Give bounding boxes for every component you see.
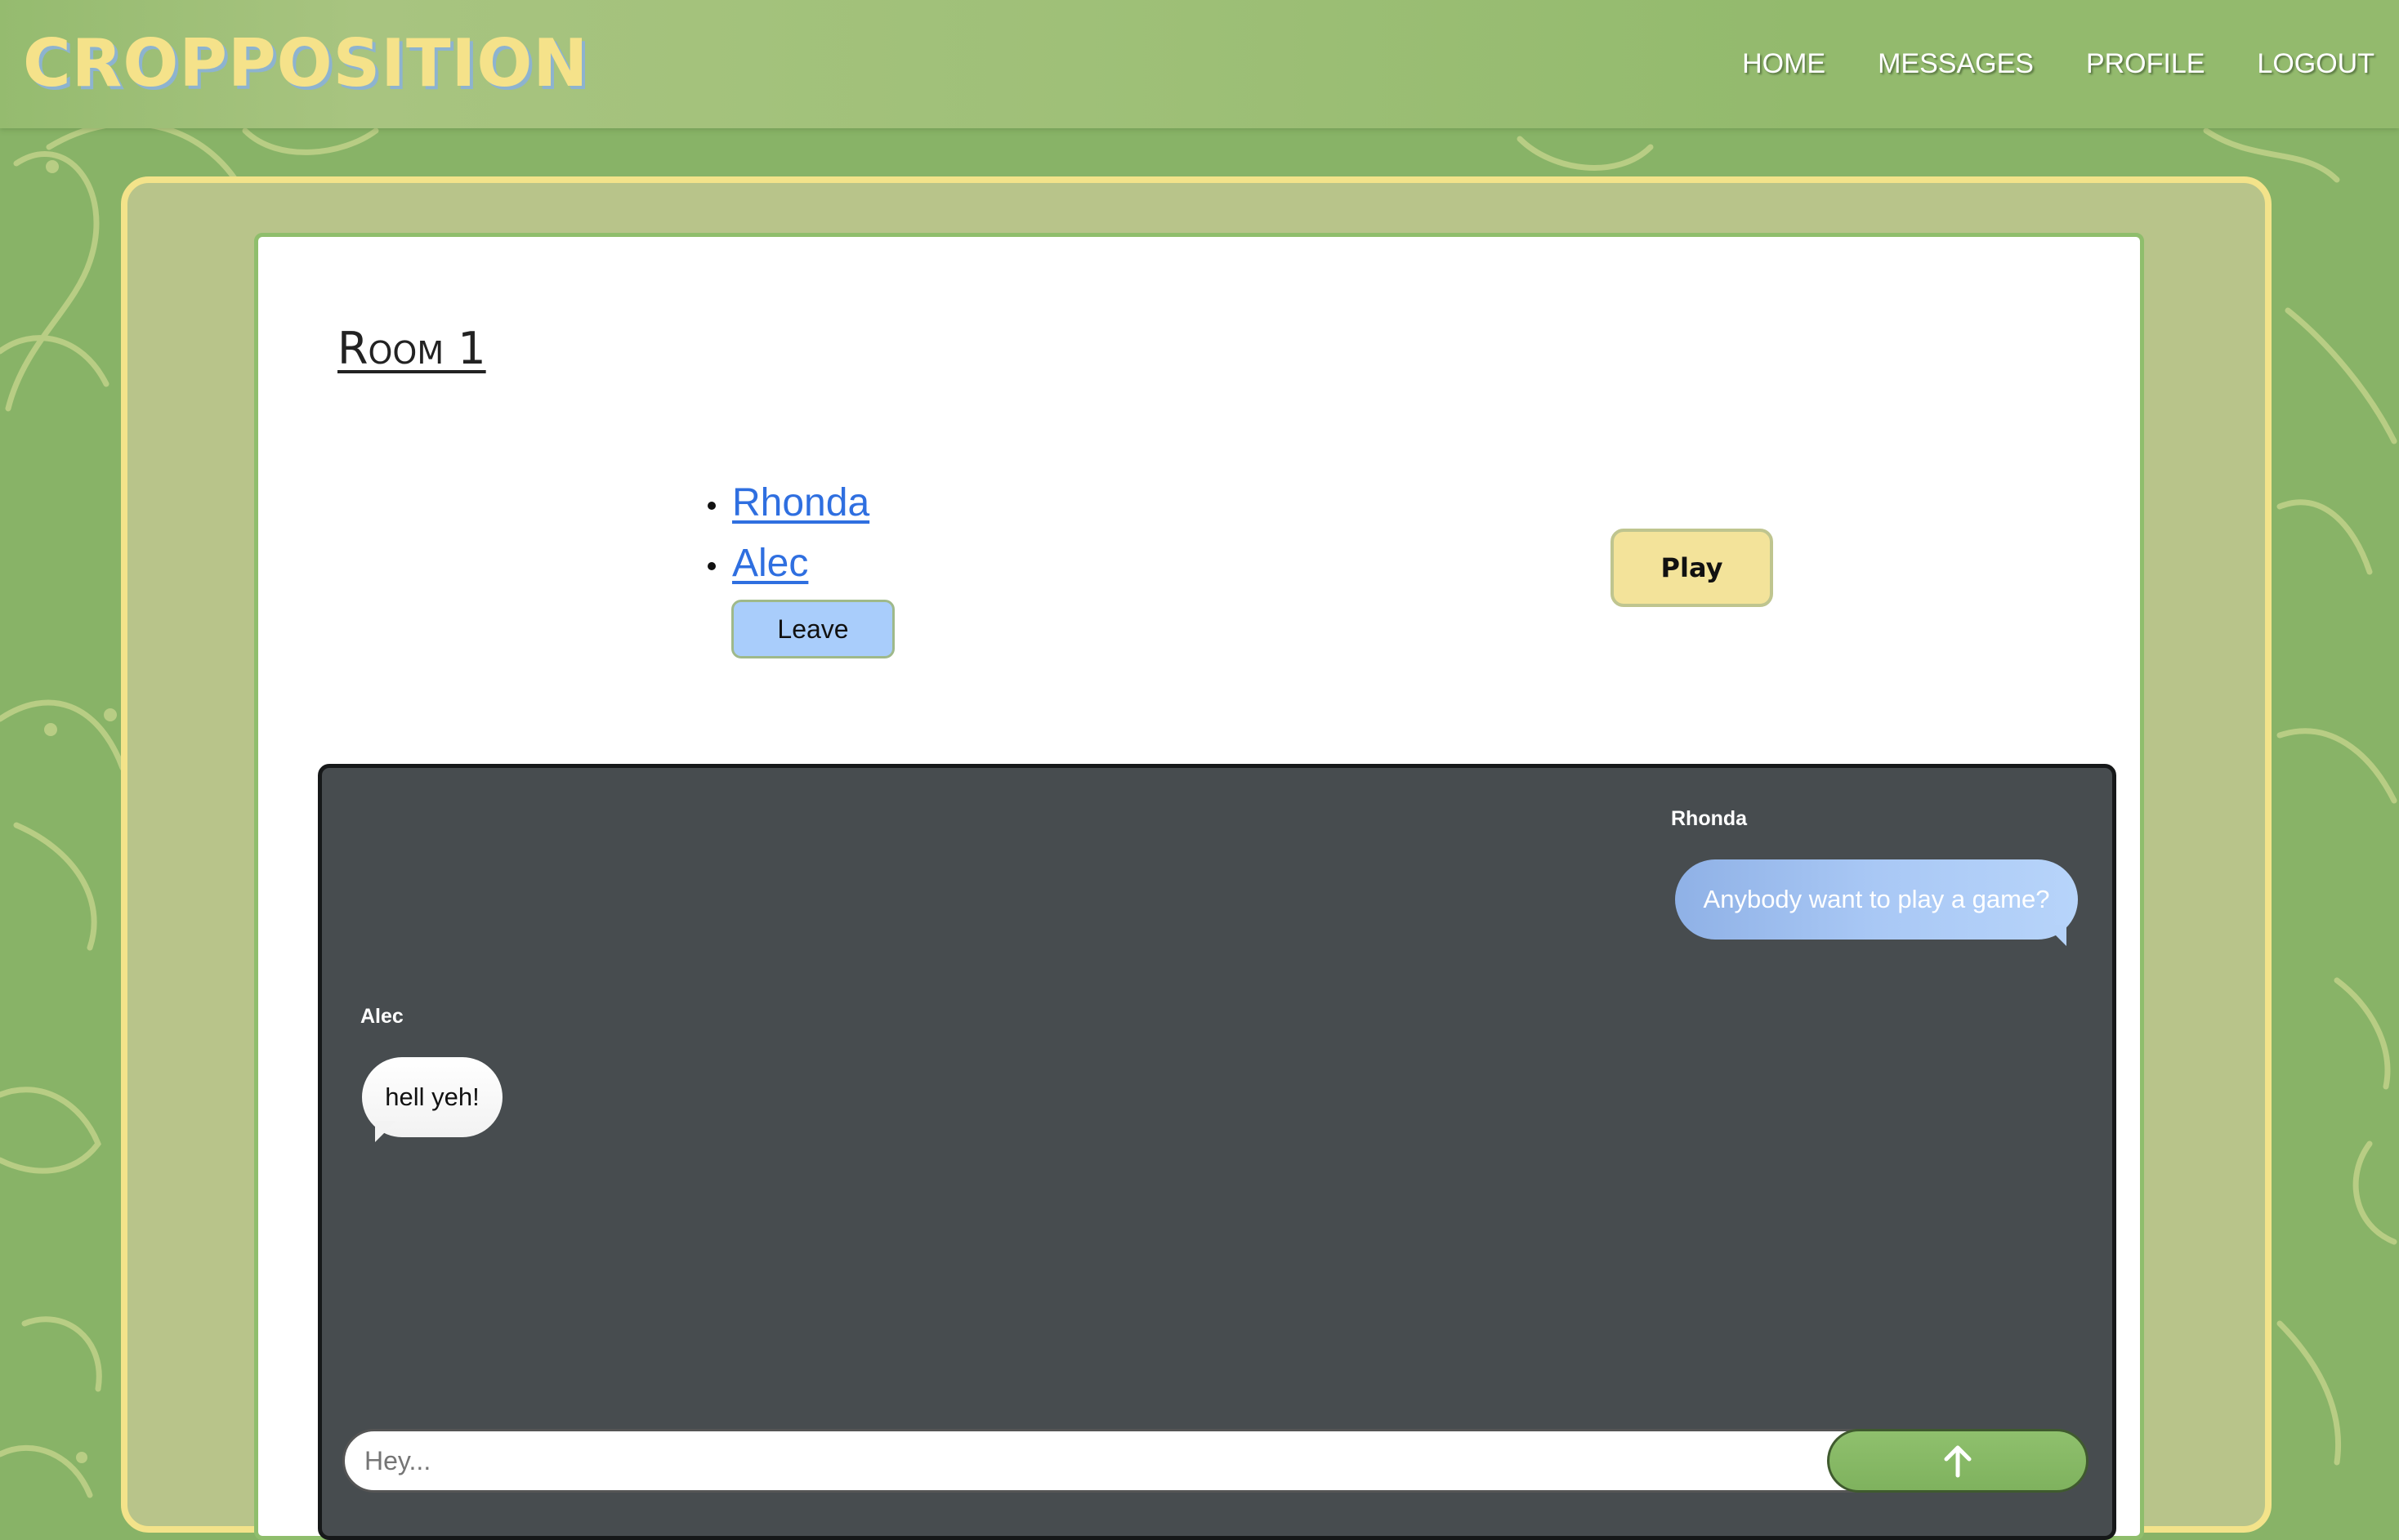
list-item: Alec bbox=[704, 534, 869, 595]
nav-profile-link[interactable]: PROFILE bbox=[2086, 46, 2205, 82]
nav-links: HOME MESSAGES PROFILE LOGOUT bbox=[1742, 46, 2374, 82]
nav-messages-link[interactable]: MESSAGES bbox=[1878, 46, 2034, 82]
nav-logout-link[interactable]: LOGOUT bbox=[2257, 46, 2374, 82]
message-sender: Rhonda bbox=[1671, 807, 1748, 830]
brand-logo[interactable]: CROPPOSITION bbox=[23, 26, 588, 101]
bullet-icon bbox=[708, 502, 716, 510]
member-list: Rhonda Alec bbox=[704, 474, 869, 595]
member-link-rhonda[interactable]: Rhonda bbox=[732, 481, 869, 524]
nav-home-link[interactable]: HOME bbox=[1742, 46, 1825, 82]
arrow-up-icon bbox=[1944, 1445, 1972, 1478]
bubble-tail-icon bbox=[2045, 925, 2066, 946]
member-link-alec[interactable]: Alec bbox=[732, 542, 808, 585]
message-bubble: Anybody want to play a game? bbox=[1675, 859, 2078, 940]
play-button[interactable]: Play bbox=[1611, 529, 1773, 607]
leave-button[interactable]: Leave bbox=[731, 600, 895, 658]
bullet-icon bbox=[708, 562, 716, 570]
top-navbar: CROPPOSITION HOME MESSAGES PROFILE LOGOU… bbox=[0, 0, 2399, 128]
page-title: Room 1 bbox=[337, 323, 486, 374]
message-sender: Alec bbox=[360, 1005, 404, 1028]
send-button[interactable] bbox=[1827, 1429, 2089, 1493]
list-item: Rhonda bbox=[704, 474, 869, 534]
bubble-tail-icon bbox=[375, 1121, 396, 1142]
